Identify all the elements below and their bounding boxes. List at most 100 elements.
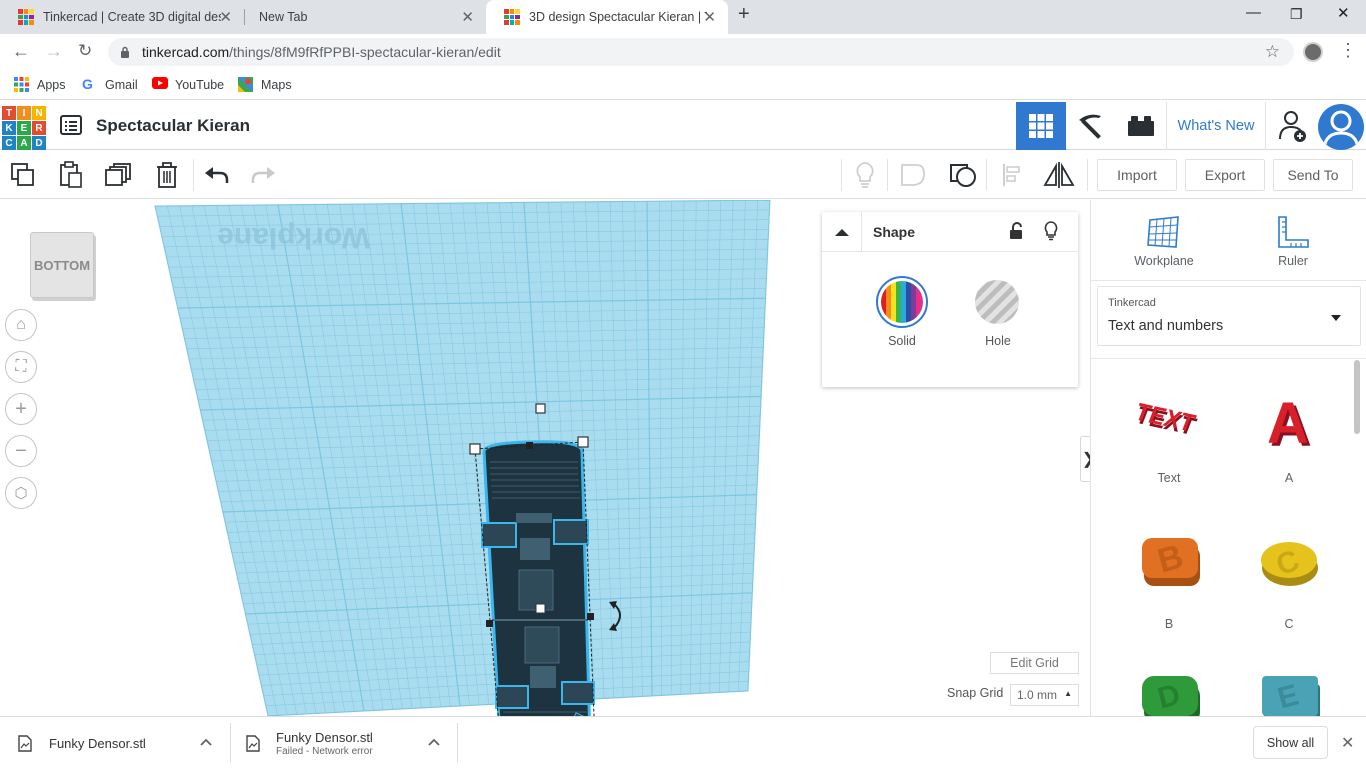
resize-handle-nw[interactable] bbox=[470, 444, 480, 454]
hide-shape-button[interactable] bbox=[1043, 221, 1059, 246]
workplane-tool[interactable]: Workplane bbox=[1114, 200, 1214, 268]
user-icon bbox=[1318, 104, 1364, 150]
design-title[interactable]: Spectacular Kieran bbox=[96, 116, 250, 136]
edit-grid-button[interactable]: Edit Grid bbox=[990, 652, 1079, 674]
redo-button[interactable] bbox=[240, 151, 286, 199]
maximize-icon[interactable]: ❐ bbox=[1290, 6, 1303, 23]
browser-tab-new-tab[interactable]: New Tab ✕ bbox=[244, 0, 486, 34]
shape-text[interactable]: TEXT TEXT Text bbox=[1119, 390, 1219, 485]
tinkercad-logo[interactable]: T I N K E R C A D bbox=[2, 106, 46, 150]
reload-icon[interactable]: ↻ bbox=[78, 41, 92, 61]
caret-up-icon: ▲ bbox=[1064, 689, 1072, 698]
align-button[interactable] bbox=[989, 151, 1035, 199]
center-handle[interactable] bbox=[536, 604, 545, 613]
url-field[interactable]: tinkercad.com/things/8fM9fRfPPBI-spectac… bbox=[108, 38, 1294, 66]
chevron-up-icon[interactable] bbox=[428, 733, 440, 751]
hole-swatch[interactable] bbox=[975, 280, 1019, 324]
lightbulb-icon bbox=[854, 161, 876, 189]
home-icon: ⌂ bbox=[16, 316, 26, 334]
import-button[interactable]: Import bbox=[1097, 159, 1177, 191]
hole-label: Hole bbox=[958, 334, 1038, 348]
ruler-tool[interactable]: Ruler bbox=[1243, 200, 1343, 268]
new-tab-button[interactable]: + bbox=[738, 3, 750, 26]
logo-letter: D bbox=[32, 136, 46, 150]
shape-e[interactable]: E bbox=[1239, 670, 1339, 716]
3d-design-view-button[interactable] bbox=[1016, 102, 1066, 150]
duplicate-button[interactable] bbox=[96, 151, 142, 199]
snap-grid-select[interactable]: 1.0 mm ▲ bbox=[1010, 684, 1079, 706]
download-item[interactable]: Funky Densor.stl bbox=[18, 717, 228, 769]
mirror-button[interactable] bbox=[1036, 151, 1082, 199]
undo-button[interactable] bbox=[194, 151, 240, 199]
lego-bricks-view-button[interactable] bbox=[1116, 102, 1166, 150]
lightbulb-icon bbox=[1043, 221, 1059, 241]
home-view-button[interactable]: ⌂ bbox=[5, 309, 37, 341]
view-cube-label: BOTTOM bbox=[34, 258, 90, 273]
edge-handle-top[interactable] bbox=[526, 442, 533, 449]
shape-d[interactable]: D bbox=[1119, 670, 1219, 716]
close-tab-icon[interactable]: ✕ bbox=[703, 8, 716, 26]
letter-c-shape-icon: C bbox=[1254, 532, 1324, 590]
close-window-icon[interactable]: ✕ bbox=[1337, 4, 1350, 22]
profile-avatar[interactable] bbox=[1303, 42, 1323, 62]
url-path: /things/8fM9fRfPPBI-spectacular-kieran/e… bbox=[229, 44, 501, 60]
back-arrow-icon[interactable]: ← bbox=[12, 41, 30, 62]
minimize-icon[interactable]: — bbox=[1246, 4, 1261, 21]
edge-handle-left[interactable] bbox=[486, 620, 493, 627]
bookmark-youtube[interactable]: YouTube bbox=[152, 77, 224, 92]
group-icon bbox=[899, 162, 927, 188]
browser-tab-tinkercad[interactable]: Tinkercad | Create 3D digital desi ✕ bbox=[0, 0, 244, 34]
bookmark-apps[interactable]: Apps bbox=[14, 77, 66, 92]
collapse-panel-button[interactable] bbox=[822, 212, 862, 252]
chevron-up-icon[interactable] bbox=[200, 733, 212, 751]
tab-title: New Tab bbox=[259, 10, 437, 24]
trash-icon bbox=[155, 161, 179, 189]
send-to-button[interactable]: Send To bbox=[1273, 159, 1353, 191]
shape-b[interactable]: B B bbox=[1119, 532, 1219, 631]
mirror-icon bbox=[1043, 161, 1075, 189]
shape-label: B bbox=[1119, 617, 1219, 631]
perspective-button[interactable]: ⬡ bbox=[5, 477, 37, 509]
forward-arrow-icon[interactable]: → bbox=[45, 41, 63, 62]
notes-button[interactable] bbox=[842, 151, 888, 199]
zoom-in-button[interactable]: + bbox=[5, 393, 37, 425]
zoom-out-button[interactable]: − bbox=[5, 435, 37, 467]
panel-scrollbar[interactable] bbox=[1354, 360, 1360, 434]
star-bookmark-icon[interactable]: ☆ bbox=[1265, 42, 1280, 62]
bookmark-maps[interactable]: Maps bbox=[238, 77, 292, 92]
skateboard-model[interactable] bbox=[482, 442, 594, 716]
ruler-tool-label: Ruler bbox=[1278, 254, 1308, 268]
edge-handle-right[interactable] bbox=[587, 613, 594, 620]
close-tab-icon[interactable]: ✕ bbox=[461, 8, 474, 26]
more-menu-icon[interactable]: ⋮ bbox=[1339, 40, 1357, 61]
bookmark-gmail[interactable]: G Gmail bbox=[82, 77, 138, 92]
add-user-button[interactable] bbox=[1268, 102, 1318, 150]
show-all-button[interactable]: Show all bbox=[1253, 726, 1328, 759]
shape-c[interactable]: C C bbox=[1239, 532, 1339, 631]
height-handle[interactable] bbox=[536, 404, 545, 413]
minecraft-view-button[interactable] bbox=[1066, 102, 1116, 150]
ungroup-button[interactable] bbox=[940, 151, 986, 199]
view-cube[interactable]: BOTTOM bbox=[30, 232, 94, 298]
toolbar-separator bbox=[1087, 159, 1088, 191]
workplane-surface[interactable] bbox=[155, 200, 770, 716]
copy-button[interactable] bbox=[0, 151, 46, 199]
whats-new-link[interactable]: What's New bbox=[1166, 102, 1266, 150]
paste-button[interactable] bbox=[48, 151, 94, 199]
user-avatar[interactable] bbox=[1318, 104, 1364, 150]
export-button[interactable]: Export bbox=[1185, 159, 1265, 191]
logo-letter: R bbox=[32, 121, 46, 135]
group-button[interactable] bbox=[890, 151, 936, 199]
design-list-icon[interactable] bbox=[60, 115, 82, 140]
shape-a[interactable]: A A A bbox=[1239, 390, 1339, 485]
resize-handle-ne[interactable] bbox=[578, 437, 588, 447]
close-downloads-icon[interactable]: ✕ bbox=[1341, 733, 1354, 753]
browser-tab-3d-design[interactable]: 3D design Spectacular Kieran | Ti ✕ bbox=[486, 0, 728, 34]
download-item-failed[interactable]: Funky Densor.stl Failed - Network error bbox=[246, 717, 456, 769]
solid-color-swatch[interactable] bbox=[876, 276, 928, 328]
lock-shape-button[interactable] bbox=[1009, 222, 1025, 245]
shape-library-select[interactable]: Tinkercad Text and numbers bbox=[1097, 286, 1361, 346]
close-tab-icon[interactable]: ✕ bbox=[219, 8, 232, 26]
fit-view-button[interactable]: ⛶ bbox=[5, 351, 37, 383]
delete-button[interactable] bbox=[144, 151, 190, 199]
